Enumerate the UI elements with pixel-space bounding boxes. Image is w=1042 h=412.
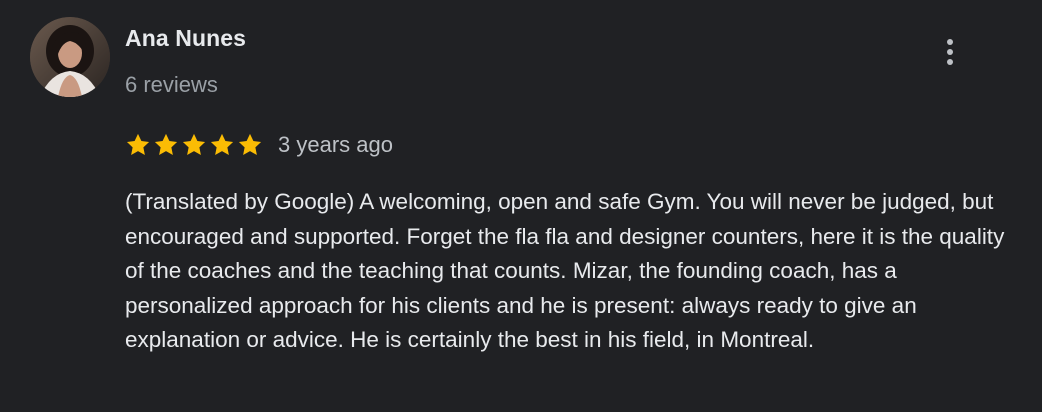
star-icon [210, 133, 234, 156]
star-icon [182, 133, 206, 156]
more-options-button[interactable] [930, 32, 970, 72]
star-icon [154, 133, 178, 156]
more-vert-icon [947, 39, 953, 65]
rating-row: 3 years ago [124, 130, 393, 160]
review-text: (Translated by Google) A welcoming, open… [125, 189, 1005, 352]
review-card: Ana Nunes 6 reviews 3 years ago (Transla… [0, 0, 1042, 412]
author-avatar[interactable] [30, 17, 110, 97]
review-timestamp: 3 years ago [278, 132, 393, 157]
author-name[interactable]: Ana Nunes [125, 25, 246, 52]
star-icon [238, 133, 262, 156]
star-rating [124, 131, 264, 159]
star-icon [126, 133, 150, 156]
review-count[interactable]: 6 reviews [125, 72, 218, 98]
